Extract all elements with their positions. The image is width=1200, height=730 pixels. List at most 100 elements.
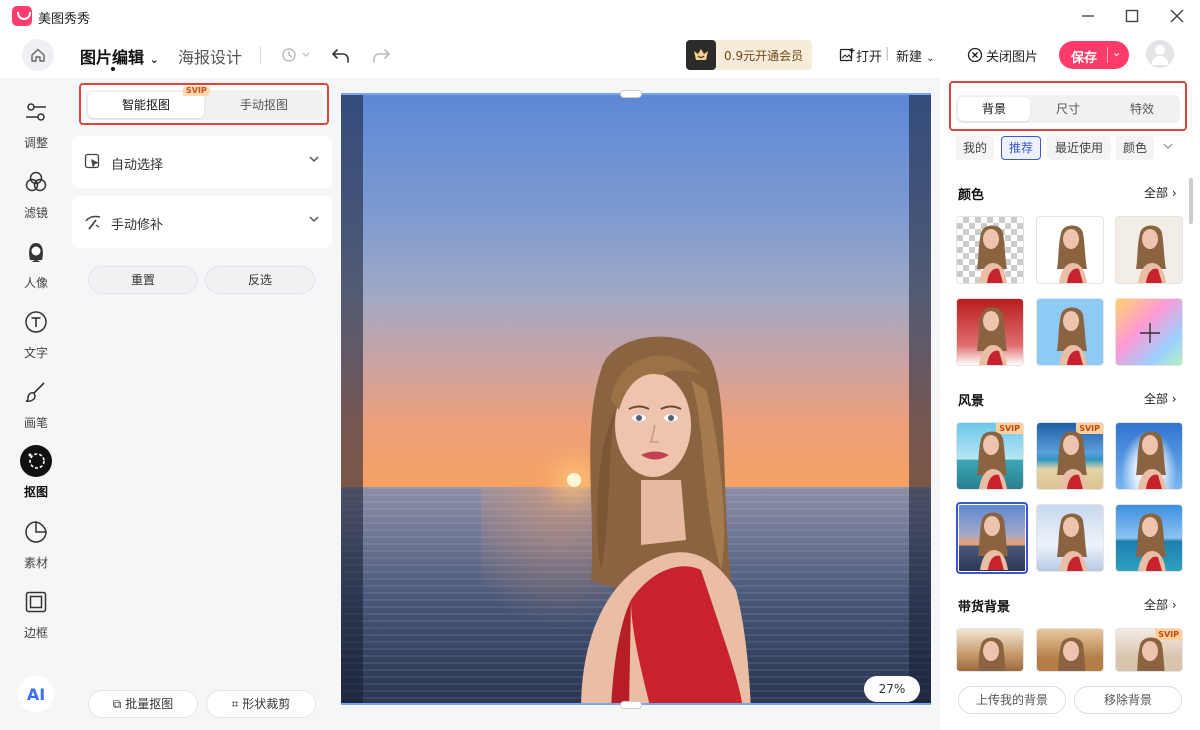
rail-item-cutout[interactable]: 抠图 bbox=[0, 445, 72, 507]
tab-size[interactable]: 尺寸 bbox=[1032, 97, 1104, 121]
thumb-portrait bbox=[1057, 431, 1087, 489]
rail-label: 素材 bbox=[23, 556, 48, 570]
avatar[interactable] bbox=[1146, 40, 1174, 68]
section-title-scenery: 风景 bbox=[958, 394, 985, 409]
cutout-panel: 智能抠图 SVIP 手动抠图 自动选择 手动修补 重置 反选 ⧉ 批量抠图 ⌗ … bbox=[72, 78, 336, 730]
bg-thumb-custom-color[interactable] bbox=[1115, 298, 1183, 366]
panel-tabs: 背景 尺寸 特效 bbox=[956, 95, 1180, 123]
chip-recent[interactable]: 最近使用 bbox=[1047, 136, 1111, 160]
shape-crop-button[interactable]: ⌗ 形状裁剪 bbox=[206, 690, 316, 718]
manual-fix-label: 手动修补 bbox=[111, 218, 164, 233]
open-image-icon bbox=[836, 44, 858, 66]
undo-icon[interactable] bbox=[330, 44, 352, 66]
chevron-down-icon: ⌄ bbox=[149, 53, 159, 66]
save-button-label: 保存 bbox=[1071, 51, 1098, 66]
cutout-mode-switch: 智能抠图 SVIP 手动抠图 bbox=[86, 86, 323, 120]
rail-item-sticker[interactable]: 素材 bbox=[0, 518, 72, 578]
bg-thumb-beach-sand[interactable]: SVIP bbox=[1036, 422, 1104, 490]
tab-photo-edit[interactable]: 图片编辑 ⌄ bbox=[80, 44, 159, 68]
bg-thumb-sunset-sea[interactable] bbox=[956, 502, 1028, 574]
canvas-image[interactable] bbox=[341, 93, 931, 705]
bg-thumb-sky-light[interactable] bbox=[1036, 504, 1104, 572]
resize-handle-bottom[interactable] bbox=[620, 701, 642, 709]
bg-thumb-red-gradient[interactable] bbox=[956, 298, 1024, 366]
chip-recommended[interactable]: 推荐 bbox=[1001, 136, 1041, 160]
tab-poster-design[interactable]: 海报设计 bbox=[178, 44, 242, 68]
new-button[interactable]: 新建 ⌄ bbox=[896, 46, 935, 65]
bg-thumb-coast-blue[interactable] bbox=[1115, 504, 1183, 572]
thumb-portrait bbox=[1057, 225, 1087, 283]
plus-icon bbox=[1140, 323, 1160, 343]
rail-item-text[interactable]: 文字 bbox=[0, 308, 72, 368]
bg-thumb-transparent[interactable] bbox=[956, 216, 1024, 284]
thumb-portrait bbox=[1057, 307, 1087, 365]
tab-background[interactable]: 背景 bbox=[958, 97, 1030, 121]
rail-item-frame[interactable]: 边框 bbox=[0, 588, 72, 648]
section-title-goods: 带货背景 bbox=[958, 600, 1011, 615]
bg-thumb-beach-pier[interactable]: SVIP bbox=[956, 422, 1024, 490]
thumb-portrait bbox=[977, 431, 1007, 489]
vip-offer-button[interactable]: 0.9元开通会员 bbox=[686, 40, 812, 70]
app-name: 美图秀秀 bbox=[38, 12, 91, 27]
see-all-label: 全部 bbox=[1144, 186, 1169, 200]
new-button-label: 新建 bbox=[896, 50, 923, 65]
see-all-label: 全部 bbox=[1144, 598, 1169, 612]
save-button[interactable]: 保存 ⌄ bbox=[1059, 41, 1129, 69]
chip-mine[interactable]: 我的 bbox=[956, 136, 994, 160]
rail-item-portrait[interactable]: 人像 bbox=[0, 238, 72, 298]
reset-button[interactable]: 重置 bbox=[88, 266, 198, 294]
subject-portrait bbox=[581, 336, 751, 703]
bg-thumb-cream[interactable] bbox=[1115, 216, 1183, 284]
ai-label: AI bbox=[26, 684, 46, 704]
rail-item-brush[interactable]: 画笔 bbox=[0, 378, 72, 438]
open-button[interactable]: 打开 bbox=[856, 46, 882, 65]
home-button[interactable] bbox=[22, 39, 54, 71]
save-divider bbox=[1107, 47, 1108, 63]
rail-item-filter[interactable]: 滤镜 bbox=[0, 168, 72, 228]
resize-handle-top[interactable] bbox=[620, 90, 642, 98]
close-window-icon[interactable] bbox=[1165, 4, 1189, 28]
chip-color[interactable]: 颜色 bbox=[1116, 136, 1154, 160]
redo-icon[interactable] bbox=[370, 44, 392, 66]
thumb-portrait bbox=[1137, 637, 1165, 671]
zoom-level[interactable]: 27% bbox=[864, 676, 920, 702]
cutout-mode-highlight: 智能抠图 SVIP 手动抠图 bbox=[79, 83, 329, 125]
remove-background-button[interactable]: 移除背景 bbox=[1074, 686, 1182, 714]
bg-thumb-room-bright[interactable]: SVIP bbox=[1115, 628, 1183, 672]
upload-background-button[interactable]: 上传我的背景 bbox=[958, 686, 1066, 714]
rail-label: 边框 bbox=[23, 626, 48, 640]
minimize-icon[interactable] bbox=[1076, 4, 1100, 28]
close-image-button[interactable]: 关闭图片 bbox=[986, 46, 1038, 65]
see-all-color-link[interactable]: 全部 › bbox=[1144, 184, 1177, 201]
see-all-goods-link[interactable]: 全部 › bbox=[1144, 596, 1177, 613]
auto-select-icon bbox=[84, 153, 102, 171]
batch-cutout-label: 批量抠图 bbox=[125, 697, 174, 711]
chevron-down-icon[interactable]: ⌄ bbox=[1112, 46, 1121, 59]
filter-circles-icon bbox=[22, 168, 50, 196]
rail-item-adjust[interactable]: 调整 bbox=[0, 98, 72, 158]
bg-thumb-sky-clouds[interactable] bbox=[1115, 422, 1183, 490]
auto-select-section[interactable]: 自动选择 bbox=[72, 136, 332, 188]
rail-label: 人像 bbox=[23, 276, 48, 290]
tab-effects[interactable]: 特效 bbox=[1106, 97, 1178, 121]
thumb-portrait bbox=[1136, 513, 1166, 571]
ai-assistant-button[interactable]: AI bbox=[18, 676, 54, 712]
chevron-down-icon bbox=[308, 213, 320, 228]
bg-thumb-white[interactable] bbox=[1036, 216, 1104, 284]
maximize-icon[interactable] bbox=[1120, 4, 1144, 28]
see-all-scenery-link[interactable]: 全部 › bbox=[1144, 390, 1177, 407]
chevron-down-icon[interactable] bbox=[1162, 140, 1174, 156]
panel-scrollbar[interactable] bbox=[1189, 178, 1193, 224]
bg-thumb-blue[interactable] bbox=[1036, 298, 1104, 366]
rail-label: 抠图 bbox=[23, 485, 48, 499]
bg-thumb-room-warm[interactable] bbox=[1036, 628, 1104, 672]
cutout-icon bbox=[20, 445, 52, 477]
batch-cutout-button[interactable]: ⧉ 批量抠图 bbox=[88, 690, 198, 718]
bg-thumb-room-wood[interactable] bbox=[956, 628, 1024, 672]
history-button[interactable] bbox=[278, 44, 314, 66]
close-circle-icon bbox=[964, 44, 986, 66]
invert-button[interactable]: 反选 bbox=[205, 266, 315, 294]
crop-shade-left bbox=[341, 95, 363, 703]
manual-fix-section[interactable]: 手动修补 bbox=[72, 196, 332, 248]
tab-manual-cutout[interactable]: 手动抠图 bbox=[206, 92, 322, 118]
